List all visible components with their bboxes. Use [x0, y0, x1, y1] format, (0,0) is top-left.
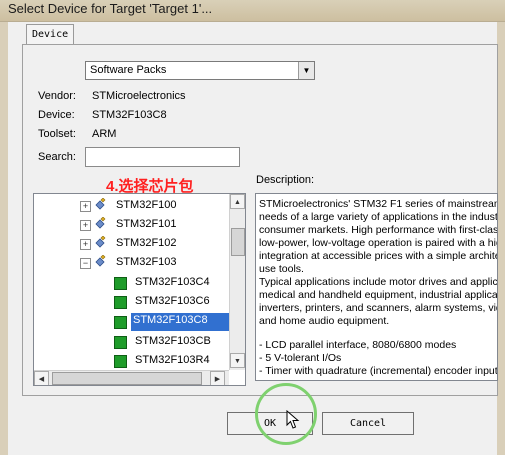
description-line: integration at accessible prices with a … [259, 250, 498, 262]
toolset-label: Toolset: [38, 128, 76, 140]
source-select[interactable]: Software Packs ▼ [85, 61, 315, 80]
scroll-right-arrow-icon[interactable]: ▶ [210, 371, 225, 385]
description-line: - Timer with quadrature (incremental) en… [259, 365, 498, 377]
package-family-icon [95, 255, 106, 267]
device-tree[interactable]: + STM32F100 + STM32F101 + STM32F102 − ST… [33, 193, 246, 386]
tree-node-label: STM32F103 [116, 256, 177, 268]
chip-icon [114, 355, 127, 368]
package-family-icon [95, 236, 106, 248]
chip-icon [114, 277, 127, 290]
description-line: consumer markets. High performance with … [259, 224, 498, 236]
scroll-down-arrow-icon[interactable]: ▼ [230, 353, 245, 368]
tree-leaf-label: STM32F103R4 [135, 354, 210, 366]
tree-leaf-label: STM32F103C8 [130, 312, 231, 332]
tree-node-label: STM32F102 [116, 237, 177, 249]
tree-node-label: STM32F101 [116, 218, 177, 230]
title-bar: Select Device for Target 'Target 1'... [0, 0, 505, 22]
tree-leaf-device[interactable]: STM32F103C4 [34, 274, 229, 292]
tree-leaf-label: STM32F103CB [135, 335, 211, 347]
device-value: STM32F103C8 [92, 109, 167, 121]
device-label: Device: [38, 109, 75, 121]
search-label: Search: [38, 151, 76, 163]
tree-horizontal-scrollbar[interactable]: ◀ ▶ [34, 370, 229, 385]
scrollbar-thumb[interactable] [231, 228, 245, 256]
tree-leaf-device-selected[interactable]: STM32F103C8 [34, 312, 231, 332]
description-line: - 5 V-tolerant I/Os [259, 352, 342, 364]
vendor-label: Vendor: [38, 90, 76, 102]
cancel-button[interactable]: Cancel [322, 412, 414, 435]
tree-leaf-label: STM32F103C4 [135, 276, 210, 288]
chevron-down-icon[interactable]: ▼ [298, 62, 314, 79]
tree-expander-icon[interactable]: + [80, 239, 91, 250]
tree-node-label: STM32F100 [116, 199, 177, 211]
scroll-left-arrow-icon[interactable]: ◀ [34, 371, 49, 385]
tree-expander-icon[interactable]: + [80, 201, 91, 212]
chip-icon [114, 316, 127, 329]
tree-node-stm32f103[interactable]: − STM32F103 [34, 254, 229, 272]
package-family-icon [95, 217, 106, 229]
scroll-up-arrow-icon[interactable]: ▲ [230, 194, 245, 209]
tree-collapse-icon[interactable]: − [80, 258, 91, 269]
description-line: inverters, printers, and scanners, alarm… [259, 302, 498, 314]
description-text: STMicroelectronics' STM32 F1 series of m… [255, 193, 498, 381]
scrollbar-thumb[interactable] [52, 372, 202, 385]
tree-node-stm32f102[interactable]: + STM32F102 [34, 235, 229, 253]
tree-leaf-device[interactable]: STM32F103R4 [34, 352, 229, 370]
search-input[interactable] [85, 147, 240, 167]
toolset-value: ARM [92, 128, 117, 140]
description-label: Description: [256, 174, 315, 186]
chip-icon [114, 336, 127, 349]
description-line: STMicroelectronics' STM32 F1 series of m… [259, 198, 498, 210]
mouse-pointer-icon [286, 410, 300, 429]
window-frame-left [0, 22, 8, 455]
description-line: - LCD parallel interface, 8080/6800 mode… [259, 339, 457, 351]
tree-vertical-scrollbar[interactable]: ▲ ▼ [229, 194, 245, 370]
description-line: and home audio equipment. [259, 315, 390, 327]
description-line: use tools. [259, 263, 304, 275]
vendor-value: STMicroelectronics [92, 90, 186, 102]
tree-leaf-label: STM32F103C6 [135, 295, 210, 307]
description-line: medical and handheld equipment, industri… [259, 289, 498, 301]
tree-expander-icon[interactable]: + [80, 220, 91, 231]
description-line: needs of a large variety of applications… [259, 211, 498, 223]
description-line: Typical applications include motor drive… [259, 276, 498, 288]
window-title: Select Device for Target 'Target 1'... [8, 1, 213, 16]
package-family-icon [95, 198, 106, 210]
window-frame-right [497, 22, 505, 455]
chip-icon [114, 296, 127, 309]
tree-node-stm32f101[interactable]: + STM32F101 [34, 216, 229, 234]
tree-node-stm32f100[interactable]: + STM32F100 [34, 197, 229, 215]
tab-device[interactable]: Device [26, 24, 74, 44]
tree-leaf-device[interactable]: STM32F103CB [34, 333, 229, 351]
source-select-value: Software Packs [90, 64, 167, 76]
description-line: low-power, low-voltage operation is pair… [259, 237, 498, 249]
tree-leaf-device[interactable]: STM32F103C6 [34, 293, 229, 311]
